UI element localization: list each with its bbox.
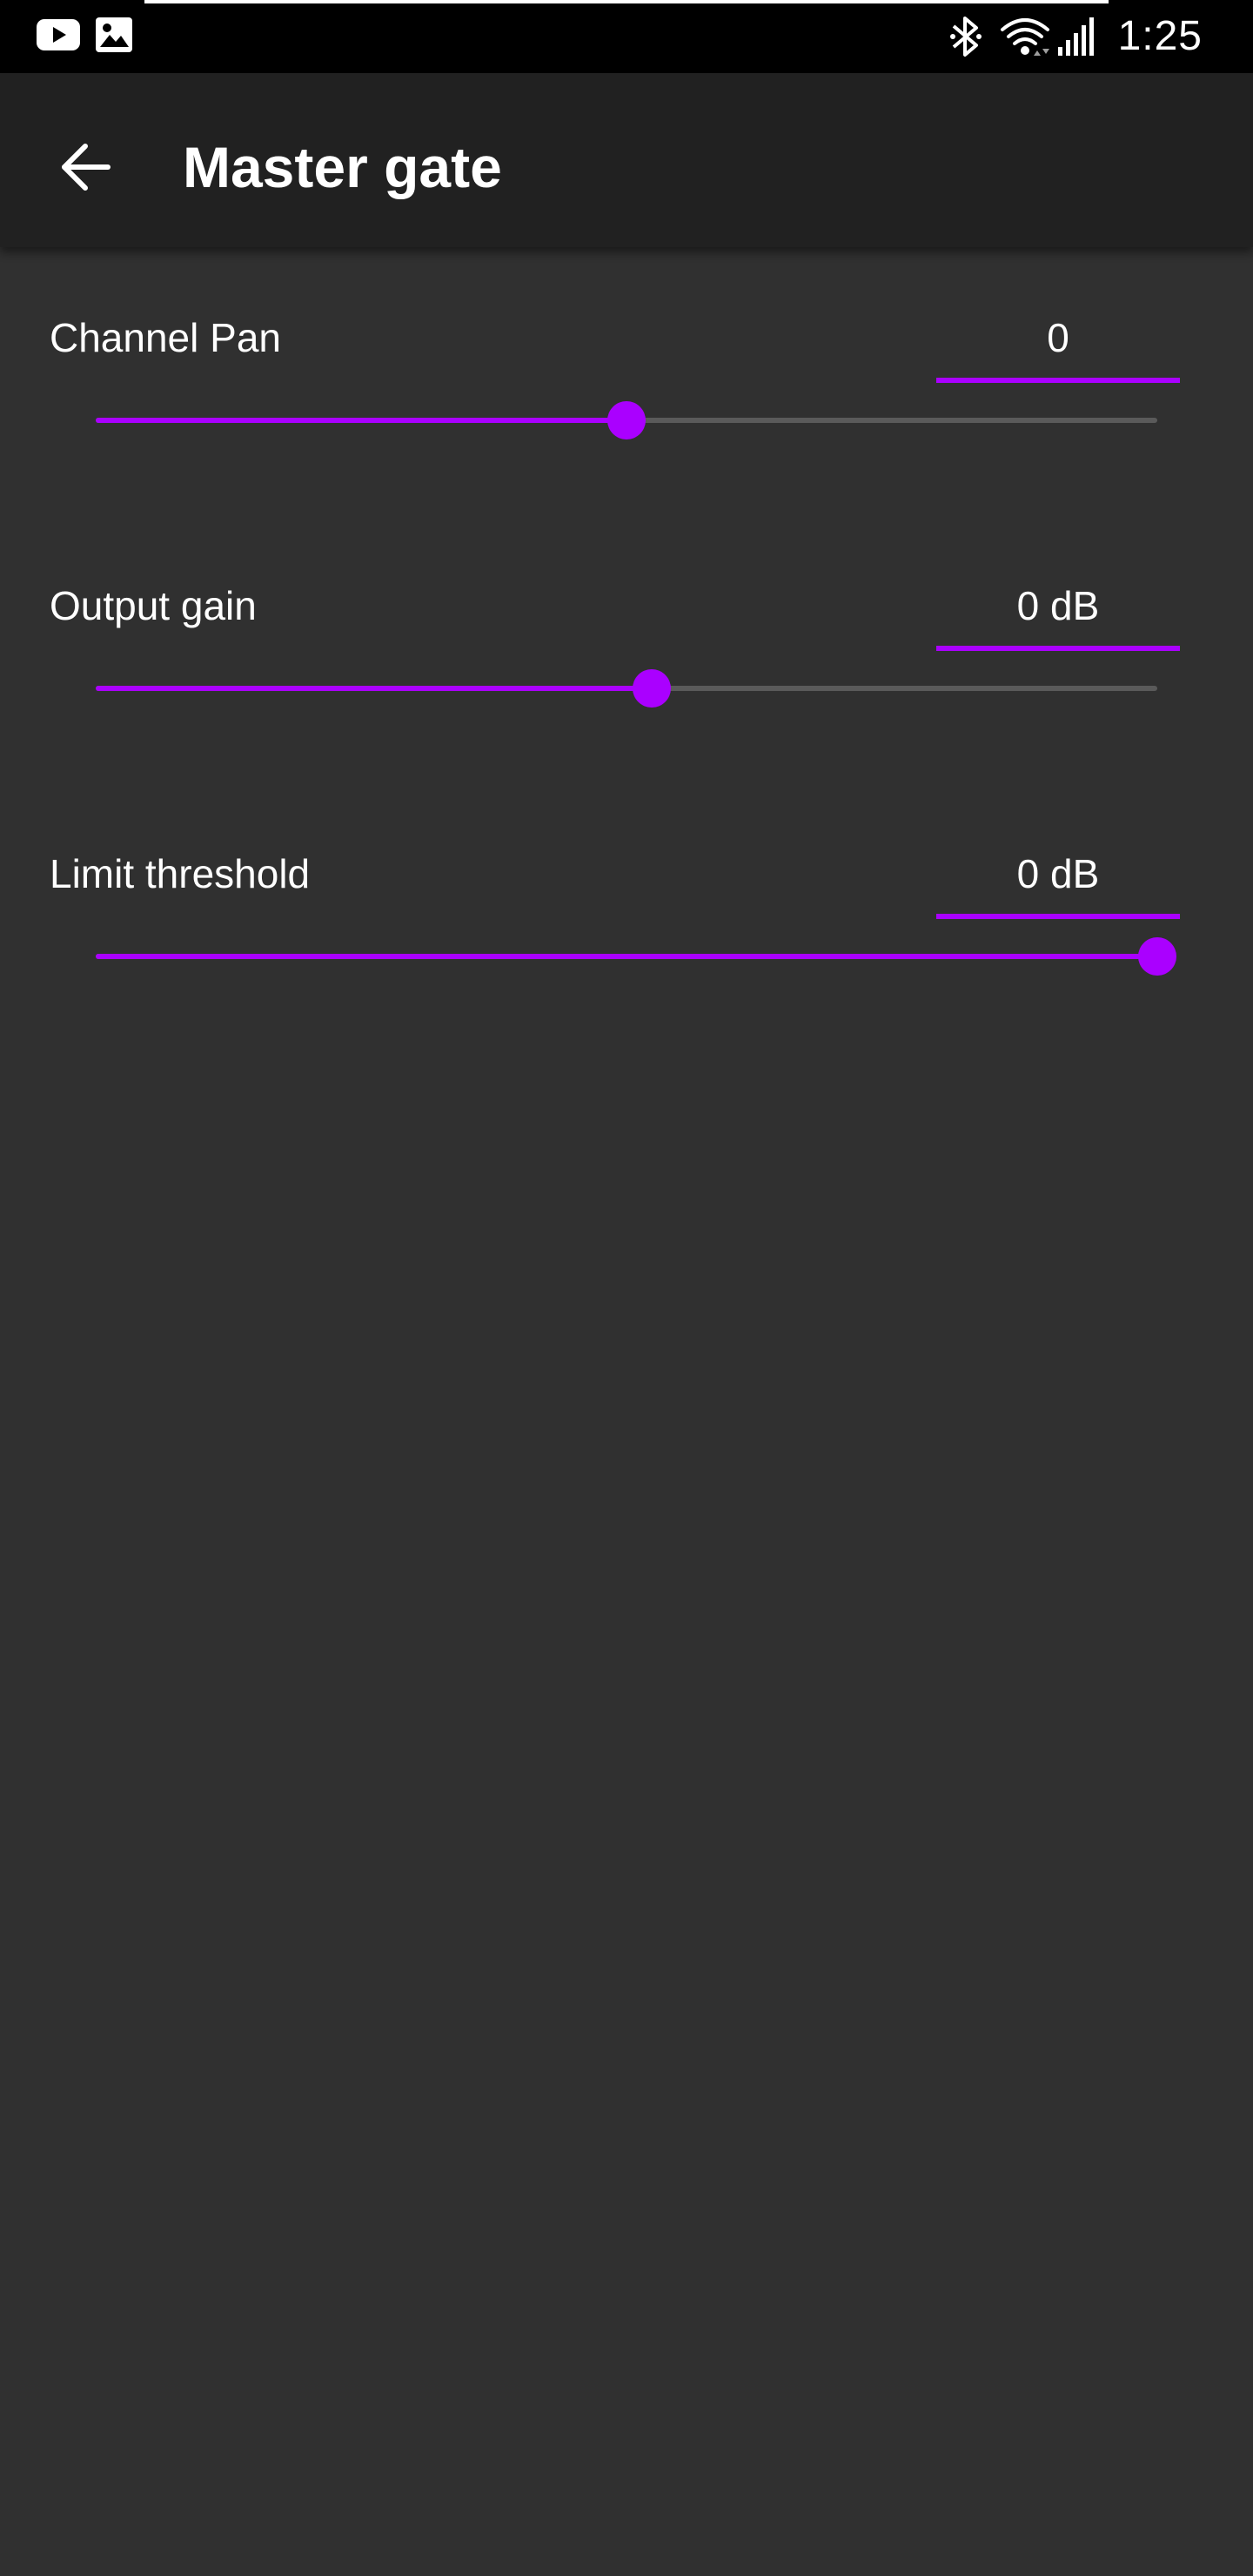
limit-threshold-slider[interactable] [96,933,1176,982]
signal-icon [1056,14,1096,64]
slider-thumb[interactable] [633,669,671,708]
slider-fill [96,418,626,423]
slider-fill [96,686,652,691]
channel-pan-value-field[interactable]: 0 [936,313,1180,383]
setting-channel-pan: Channel Pan 0 [0,247,1253,515]
status-time: 1:25 [1117,13,1203,59]
app-bar: Master gate [0,73,1253,247]
value-text: 0 dB [1016,583,1100,628]
back-button[interactable] [37,120,134,218]
wifi-icon [999,14,1051,64]
arrow-back-icon [57,139,113,199]
media-progress-line [144,0,1109,3]
setting-label: Channel Pan [50,315,281,360]
output-gain-value-field[interactable]: 0 dB [936,581,1180,651]
channel-pan-slider[interactable] [96,397,1157,446]
slider-thumb[interactable] [607,401,646,439]
setting-limit-threshold: Limit threshold 0 dB [0,783,1253,1051]
output-gain-slider[interactable] [96,665,1157,714]
image-icon [96,17,132,57]
slider-thumb[interactable] [1138,937,1176,976]
setting-label: Limit threshold [50,851,311,896]
limit-threshold-value-field[interactable]: 0 dB [936,849,1180,919]
bluetooth-icon [948,14,983,64]
page-title: Master gate [183,135,502,199]
status-bar: 1:25 [0,0,1253,73]
settings-list: Channel Pan 0 Output gain 0 dB Limit thr… [0,247,1253,2576]
setting-label: Output gain [50,583,257,628]
youtube-icon [37,17,80,57]
value-text: 0 [1047,315,1069,360]
slider-fill [96,954,1157,959]
setting-output-gain: Output gain 0 dB [0,515,1253,783]
value-text: 0 dB [1016,851,1100,896]
